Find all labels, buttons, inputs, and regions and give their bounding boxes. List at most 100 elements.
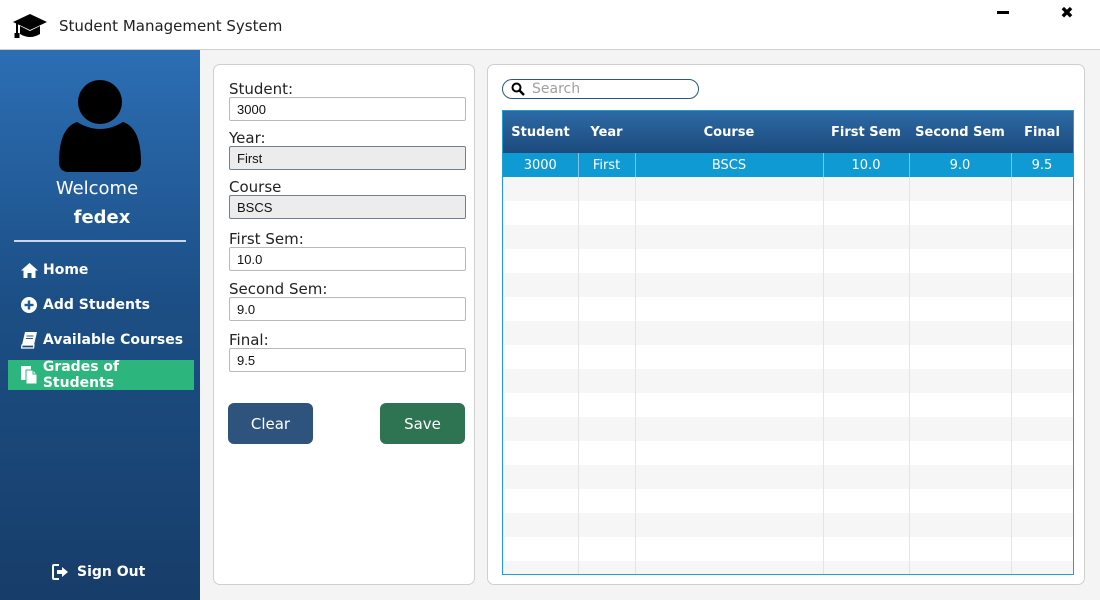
- empty-cell: [578, 537, 636, 561]
- cell-student: 3000: [503, 153, 579, 177]
- empty-cell: [1011, 465, 1073, 489]
- empty-table-row: [503, 201, 1073, 225]
- empty-cell: [823, 393, 910, 417]
- empty-cell: [909, 201, 1012, 225]
- column-header-first-sem[interactable]: First Sem: [823, 111, 909, 153]
- empty-cell: [503, 393, 579, 417]
- username: fedex: [73, 207, 131, 228]
- grades-table-panel: Student Year Course First Sem Second Sem…: [487, 64, 1085, 585]
- cell-year: First: [578, 153, 636, 177]
- empty-cell: [578, 201, 636, 225]
- empty-cell: [635, 201, 824, 225]
- empty-cell: [823, 441, 910, 465]
- column-header-second-sem[interactable]: Second Sem: [909, 111, 1011, 153]
- sidebar-item-home[interactable]: Home: [8, 255, 194, 285]
- empty-table-row: [503, 465, 1073, 489]
- empty-table-row: [503, 249, 1073, 273]
- empty-cell: [909, 393, 1012, 417]
- empty-cell: [1011, 345, 1073, 369]
- save-button[interactable]: Save: [380, 403, 465, 444]
- empty-cell: [909, 417, 1012, 441]
- empty-cell: [1011, 393, 1073, 417]
- empty-table-row: [503, 393, 1073, 417]
- empty-cell: [1011, 441, 1073, 465]
- empty-table-row: [503, 225, 1073, 249]
- empty-cell: [1011, 225, 1073, 249]
- empty-table-row: [503, 441, 1073, 465]
- column-header-student[interactable]: Student: [503, 111, 578, 153]
- sidebar-item-label: Home: [43, 262, 89, 278]
- empty-cell: [578, 297, 636, 321]
- second-sem-field[interactable]: [229, 297, 466, 321]
- empty-cell: [578, 273, 636, 297]
- empty-cell: [1011, 513, 1073, 537]
- empty-cell: [578, 465, 636, 489]
- course-label: Course: [229, 178, 282, 196]
- empty-cell: [909, 297, 1012, 321]
- sidebar-item-grades-of-students[interactable]: Grades of Students: [8, 359, 194, 391]
- empty-cell: [635, 369, 824, 393]
- empty-cell: [909, 441, 1012, 465]
- empty-cell: [635, 273, 824, 297]
- empty-cell: [578, 249, 636, 273]
- empty-cell: [578, 513, 636, 537]
- title-bar: Student Management System ✖: [0, 0, 1100, 50]
- empty-table-row: [503, 273, 1073, 297]
- close-button[interactable]: ✖: [1058, 4, 1076, 22]
- empty-cell: [503, 369, 579, 393]
- student-label: Student:: [229, 80, 294, 98]
- sidebar: Welcome fedex Home Add Students Availabl…: [0, 50, 200, 600]
- empty-cell: [635, 561, 824, 574]
- sidebar-item-add-students[interactable]: Add Students: [8, 290, 194, 320]
- empty-table-row: [503, 489, 1073, 513]
- empty-cell: [909, 345, 1012, 369]
- empty-cell: [823, 345, 910, 369]
- empty-cell: [823, 417, 910, 441]
- copy-icon: [18, 366, 40, 385]
- search-input[interactable]: [532, 81, 682, 97]
- empty-cell: [578, 441, 636, 465]
- sidebar-item-label: Add Students: [43, 297, 151, 313]
- second-sem-label: Second Sem:: [229, 280, 328, 298]
- column-header-year[interactable]: Year: [578, 111, 635, 153]
- column-header-final[interactable]: Final: [1011, 111, 1073, 153]
- year-field[interactable]: [229, 146, 466, 170]
- grades-table[interactable]: Student Year Course First Sem Second Sem…: [502, 110, 1074, 575]
- clear-button[interactable]: Clear: [228, 403, 313, 444]
- column-header-course[interactable]: Course: [635, 111, 823, 153]
- empty-table-row: [503, 177, 1073, 201]
- empty-table-row: [503, 537, 1073, 561]
- student-field[interactable]: [229, 97, 466, 121]
- empty-cell: [578, 345, 636, 369]
- empty-cell: [503, 465, 579, 489]
- empty-cell: [823, 177, 910, 201]
- empty-cell: [635, 441, 824, 465]
- minimize-button[interactable]: [995, 5, 1011, 21]
- graduation-cap-icon: [13, 14, 47, 38]
- search-icon: [511, 82, 525, 96]
- empty-cell: [909, 369, 1012, 393]
- empty-cell: [909, 465, 1012, 489]
- final-field[interactable]: [229, 348, 466, 372]
- sign-out-button[interactable]: Sign Out: [52, 560, 152, 584]
- cell-second-sem: 9.0: [909, 153, 1012, 177]
- empty-cell: [635, 177, 824, 201]
- empty-cell: [503, 417, 579, 441]
- empty-cell: [1011, 273, 1073, 297]
- empty-cell: [635, 345, 824, 369]
- table-row[interactable]: 3000 First BSCS 10.0 9.0 9.5: [503, 153, 1073, 177]
- empty-table-row: [503, 345, 1073, 369]
- empty-cell: [823, 201, 910, 225]
- empty-table-row: [503, 321, 1073, 345]
- first-sem-label: First Sem:: [229, 230, 304, 248]
- empty-cell: [503, 537, 579, 561]
- empty-cell: [1011, 177, 1073, 201]
- course-field[interactable]: [229, 195, 466, 219]
- empty-cell: [823, 513, 910, 537]
- search-box[interactable]: [502, 79, 699, 99]
- empty-cell: [1011, 561, 1073, 574]
- empty-table-row: [503, 561, 1073, 574]
- cell-first-sem: 10.0: [823, 153, 910, 177]
- sidebar-item-available-courses[interactable]: Available Courses: [8, 325, 194, 355]
- first-sem-field[interactable]: [229, 247, 466, 271]
